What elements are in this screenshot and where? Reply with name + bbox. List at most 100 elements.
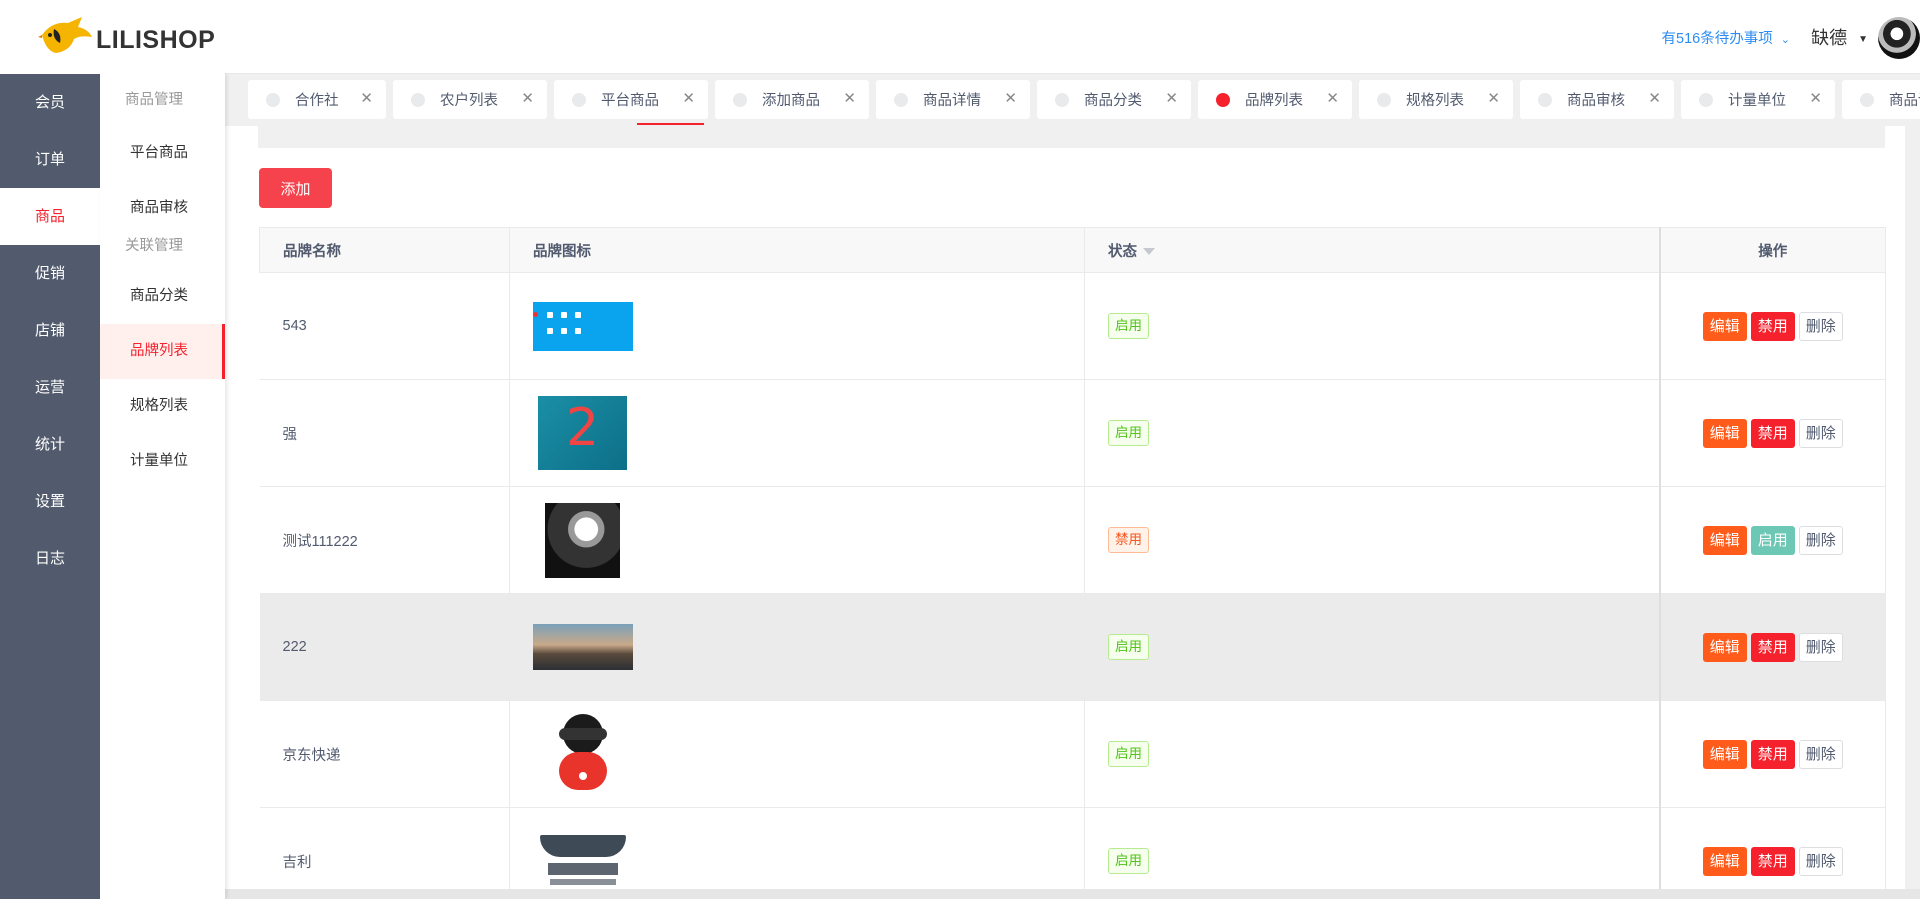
tab-dot-icon [733,92,747,107]
edit-button[interactable]: 编辑 [1702,525,1747,555]
submenu-item-spec-list[interactable]: 规格列表 [100,379,225,434]
menu-log[interactable]: 日志 [0,530,100,587]
disable-button[interactable]: 禁用 [1750,418,1795,448]
edit-button[interactable]: 编辑 [1702,632,1747,662]
menu-store[interactable]: 店铺 [0,302,100,359]
brand-icon-cell: 2 [509,379,1085,487]
brand-icon-cell [509,807,1085,889]
disable-button[interactable]: 禁用 [1750,311,1795,341]
chevron-down-icon: ⌄ [1780,34,1790,46]
close-icon[interactable]: ✕ [1165,89,1178,107]
tab-dot-icon [1860,92,1874,107]
status-cell: 启用 [1084,272,1660,380]
tab-goods-category[interactable]: 商品分类 ✕ [1037,80,1191,119]
logo[interactable]: LILISHOP [0,0,225,74]
delete-button[interactable]: 删除 [1798,632,1843,662]
tab-label: 合作社 [295,93,339,109]
tab-brand-list[interactable]: 品牌列表 ✕ [1198,80,1352,119]
edit-button[interactable]: 编辑 [1702,311,1747,341]
menu-order[interactable]: 订单 [0,131,100,188]
main-content: 添加 品牌名称 品牌图标 状态 操作 543 启用 编辑 禁用 删除 强 2 启… [225,126,1905,889]
tab-coop[interactable]: 合作社 ✕ [248,80,386,119]
edit-button[interactable]: 编辑 [1702,846,1747,876]
brand-logo-image [540,831,626,889]
tab-add-goods[interactable]: 添加商品 ✕ [715,80,869,119]
horizontal-scrollbar[interactable] [225,889,1920,899]
tab-platform-goods[interactable]: 平台商品 ✕ [554,80,708,119]
table-header-row: 品牌名称 品牌图标 状态 操作 [259,227,1886,273]
menu-promotion[interactable]: 促销 [0,245,100,302]
brand-logo-image [545,502,620,578]
table-row: 测试111222 禁用 编辑 启用 删除 [259,486,1886,594]
disable-button[interactable]: 禁用 [1750,739,1795,769]
brand-name: 测试111222 [259,486,510,594]
status-badge: 启用 [1108,848,1149,874]
tab-dot-icon [894,92,908,107]
header-status[interactable]: 状态 [1084,227,1660,273]
enable-button[interactable]: 启用 [1750,525,1795,555]
close-icon[interactable]: ✕ [360,89,373,107]
table-row: 京东快递 启用 编辑 禁用 删除 [259,700,1886,808]
delete-button[interactable]: 删除 [1798,525,1843,555]
close-icon[interactable]: ✕ [1004,89,1017,107]
tab-label: 商品详 [1889,93,1920,109]
status-badge: 启用 [1108,420,1149,446]
edit-button[interactable]: 编辑 [1702,418,1747,448]
tab-label: 添加商品 [762,93,820,109]
tab-goods-detail[interactable]: 商品详情 ✕ [876,80,1030,119]
tab-farmer-list[interactable]: 农户列表 ✕ [393,80,547,119]
delete-button[interactable]: 删除 [1798,846,1843,876]
brand-icon-cell [509,486,1085,594]
delete-button[interactable]: 删除 [1798,739,1843,769]
tab-label: 商品详情 [923,93,981,109]
submenu-item-brand-list[interactable]: 品牌列表 [100,324,225,379]
submenu-item-platform-goods[interactable]: 平台商品 [100,126,225,181]
brand-icon-cell [509,272,1085,380]
menu-goods[interactable]: 商品 [0,188,100,245]
tab-unit[interactable]: 计量单位 ✕ [1681,80,1835,119]
menu-statistics[interactable]: 统计 [0,416,100,473]
close-icon[interactable]: ✕ [1648,89,1661,107]
submenu-group-goods: 商品管理 [125,92,183,108]
table-row: 543 启用 编辑 禁用 删除 [259,272,1886,380]
menu-operation[interactable]: 运营 [0,359,100,416]
avatar[interactable] [1878,17,1920,59]
close-icon[interactable]: ✕ [682,89,695,107]
menu-settings[interactable]: 设置 [0,473,100,530]
edit-button[interactable]: 编辑 [1702,739,1747,769]
table-row: 222 启用 编辑 禁用 删除 [259,593,1886,701]
close-icon[interactable]: ✕ [521,89,534,107]
tab-label: 计量单位 [1728,93,1786,109]
tab-label: 品牌列表 [1245,93,1303,109]
tab-dot-icon [411,92,425,107]
top-header: 有516条待办事项 ⌄ 缺德 ▼ [225,0,1920,74]
tab-spec-list[interactable]: 规格列表 ✕ [1359,80,1513,119]
tab-goods-audit[interactable]: 商品审核 ✕ [1520,80,1674,119]
tab-dot-icon [572,92,586,107]
submenu-item-category[interactable]: 商品分类 [100,269,225,324]
status-badge: 启用 [1108,313,1149,339]
brand-logo-image [533,624,633,670]
disable-button[interactable]: 禁用 [1750,846,1795,876]
active-tab-indicator [637,123,704,125]
submenu-item-goods-audit[interactable]: 商品审核 [100,181,225,236]
close-icon[interactable]: ✕ [1326,89,1339,107]
delete-button[interactable]: 删除 [1798,418,1843,448]
user-dropdown[interactable]: 缺德 ▼ [1811,24,1868,50]
close-icon[interactable]: ✕ [1487,89,1500,107]
tab-goods-detail-2[interactable]: 商品详 [1842,80,1920,119]
table-row: 吉利 启用 编辑 禁用 删除 [259,807,1886,889]
delete-button[interactable]: 删除 [1798,311,1843,341]
status-cell: 启用 [1084,379,1660,487]
close-icon[interactable]: ✕ [1809,89,1822,107]
close-icon[interactable]: ✕ [843,89,856,107]
todo-dropdown[interactable]: 有516条待办事项 ⌄ [1662,27,1790,48]
brand-name: 京东快递 [259,700,510,808]
submenu-item-unit[interactable]: 计量单位 [100,434,225,489]
add-button[interactable]: 添加 [259,168,332,208]
filter-icon[interactable] [1143,248,1155,256]
main-sidebar: 会员 订单 商品 促销 店铺 运营 统计 设置 日志 [0,0,100,899]
menu-member[interactable]: 会员 [0,74,100,131]
disable-button[interactable]: 禁用 [1750,632,1795,662]
ops-cell: 编辑 禁用 删除 [1658,593,1886,701]
